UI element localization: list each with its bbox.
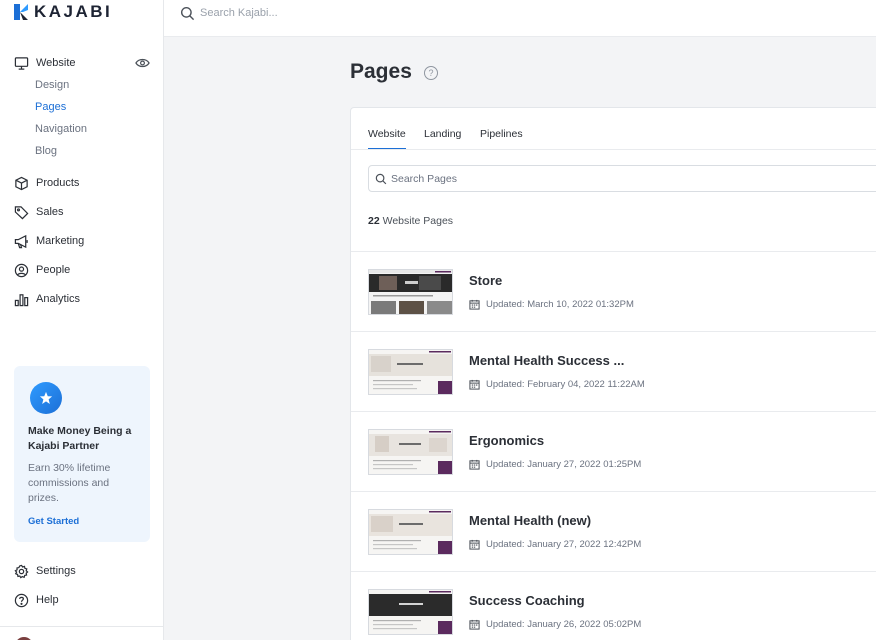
calendar-icon — [469, 379, 480, 390]
sidebar: KAJABI Website Design Pages Navigation B… — [0, 0, 164, 640]
page-row-mental-health-success[interactable]: Mental Health Success ... Updated: Febru… — [351, 332, 876, 412]
tag-icon — [14, 205, 29, 219]
page-updated: Updated: February 04, 2022 11:22AM — [469, 379, 645, 390]
page-thumbnail[interactable] — [368, 509, 453, 555]
question-icon[interactable]: ? — [424, 66, 438, 80]
sidebar-item-settings[interactable]: Settings — [14, 563, 76, 579]
page-thumbnail-image — [369, 590, 452, 634]
sidebar-item-marketing[interactable]: Marketing — [14, 233, 84, 249]
page-thumbnail-image — [369, 430, 452, 474]
search-icon — [375, 173, 387, 185]
page-updated-text: Updated: January 27, 2022 01:25PM — [486, 459, 642, 470]
sidebar-subitem-design[interactable]: Design — [35, 79, 69, 91]
page-search-field[interactable] — [368, 165, 876, 192]
calendar-icon — [469, 299, 480, 310]
tab-landing[interactable]: Landing — [424, 128, 461, 140]
sidebar-item-label: Marketing — [36, 235, 85, 247]
person-circle-icon — [14, 263, 29, 277]
monitor-icon — [14, 56, 29, 70]
calendar-icon — [469, 459, 480, 470]
page-thumbnail[interactable] — [368, 269, 453, 315]
sidebar-item-label: Website — [36, 57, 76, 69]
page-updated-text: Updated: January 26, 2022 05:02PM — [486, 619, 642, 630]
page-count-number: 22 — [368, 215, 380, 227]
page-row-ergonomics[interactable]: Ergonomics Updated: January 27, 2022 01:… — [351, 412, 876, 492]
page-updated-text: Updated: March 10, 2022 01:32PM — [486, 299, 634, 310]
page-thumbnail[interactable] — [368, 429, 453, 475]
sidebar-item-label: Help — [36, 594, 59, 606]
sidebar-item-sales[interactable]: Sales — [14, 204, 64, 220]
promo-title: Make Money Being a Kajabi Partner — [28, 425, 132, 452]
partner-promo-card: Make Money Being a Kajabi Partner Earn 3… — [14, 366, 150, 542]
sidebar-item-help[interactable]: Help — [14, 592, 59, 608]
pages-card: Website Landing Pipelines 22 Website Pag… — [350, 107, 876, 640]
sidebar-subitem-navigation[interactable]: Navigation — [35, 123, 87, 135]
page-updated: Updated: March 10, 2022 01:32PM — [469, 299, 634, 310]
gear-icon — [14, 564, 29, 578]
page-count-label: Website Pages — [382, 215, 454, 227]
sidebar-item-people[interactable]: People — [14, 262, 70, 278]
global-search-input[interactable] — [200, 3, 500, 23]
get-started-link[interactable]: Get Started — [28, 516, 79, 527]
sidebar-item-label: People — [36, 264, 71, 276]
page-title-text[interactable]: Mental Health (new) — [469, 513, 591, 528]
kajabi-logo-icon — [14, 4, 28, 20]
page-title-text[interactable]: Store — [469, 273, 502, 288]
search-icon — [180, 6, 195, 21]
page-thumbnail-image — [369, 510, 452, 554]
user-account-strip[interactable] — [0, 626, 164, 640]
page-title: Pages — [350, 60, 412, 83]
tab-pipelines[interactable]: Pipelines — [480, 128, 523, 140]
page-thumbnail-image — [369, 350, 452, 394]
page-thumbnail[interactable] — [368, 589, 453, 635]
calendar-icon — [469, 619, 480, 630]
star-icon — [39, 391, 53, 404]
page-count: 22 Website Pages — [368, 215, 453, 227]
page-updated-text: Updated: February 04, 2022 11:22AM — [486, 379, 645, 390]
sidebar-item-website[interactable]: Website — [14, 55, 76, 71]
page-row-store[interactable]: Store Updated: March 10, 2022 01:32PM — [351, 252, 876, 332]
sidebar-subitem-blog[interactable]: Blog — [35, 145, 57, 157]
promo-body: Earn 30% lifetime commissions and prizes… — [28, 462, 111, 504]
page-thumbnail[interactable] — [368, 349, 453, 395]
page-updated: Updated: January 27, 2022 01:25PM — [469, 459, 641, 470]
sidebar-item-label: Analytics — [36, 293, 81, 305]
megaphone-icon — [14, 234, 28, 248]
eye-icon[interactable] — [135, 56, 150, 70]
page-thumbnail-image — [369, 270, 452, 314]
tab-website[interactable]: Website — [368, 128, 406, 150]
star-badge-icon — [30, 382, 62, 414]
brand-name: KAJABI — [34, 2, 113, 21]
sidebar-item-label: Products — [36, 177, 80, 189]
calendar-icon — [469, 539, 480, 550]
page-updated: Updated: January 27, 2022 12:42PM — [469, 539, 641, 550]
top-bar — [164, 0, 876, 37]
page-title-text[interactable]: Success Coaching — [469, 593, 585, 608]
page-updated-text: Updated: January 27, 2022 12:42PM — [486, 539, 642, 550]
page-title-text[interactable]: Mental Health Success ... — [469, 353, 624, 368]
page-title-text[interactable]: Ergonomics — [469, 433, 544, 448]
sidebar-item-label: Settings — [36, 565, 76, 577]
sidebar-item-label: Sales — [36, 206, 64, 218]
help-circle-icon — [14, 593, 29, 607]
page-row-mental-health-new[interactable]: Mental Health (new) Updated: January 27,… — [351, 492, 876, 572]
bar-chart-icon — [14, 293, 29, 306]
page-row-success-coaching[interactable]: Success Coaching Updated: January 26, 20… — [351, 572, 876, 640]
page-updated: Updated: January 26, 2022 05:02PM — [469, 619, 641, 630]
sidebar-subitem-pages[interactable]: Pages — [35, 101, 66, 113]
sidebar-item-analytics[interactable]: Analytics — [14, 291, 80, 307]
page-search-input[interactable] — [391, 170, 791, 188]
kajabi-logo[interactable]: KAJABI — [14, 2, 112, 22]
sidebar-item-products[interactable]: Products — [14, 175, 79, 191]
tabs-divider — [351, 149, 876, 150]
box-icon — [15, 176, 28, 190]
